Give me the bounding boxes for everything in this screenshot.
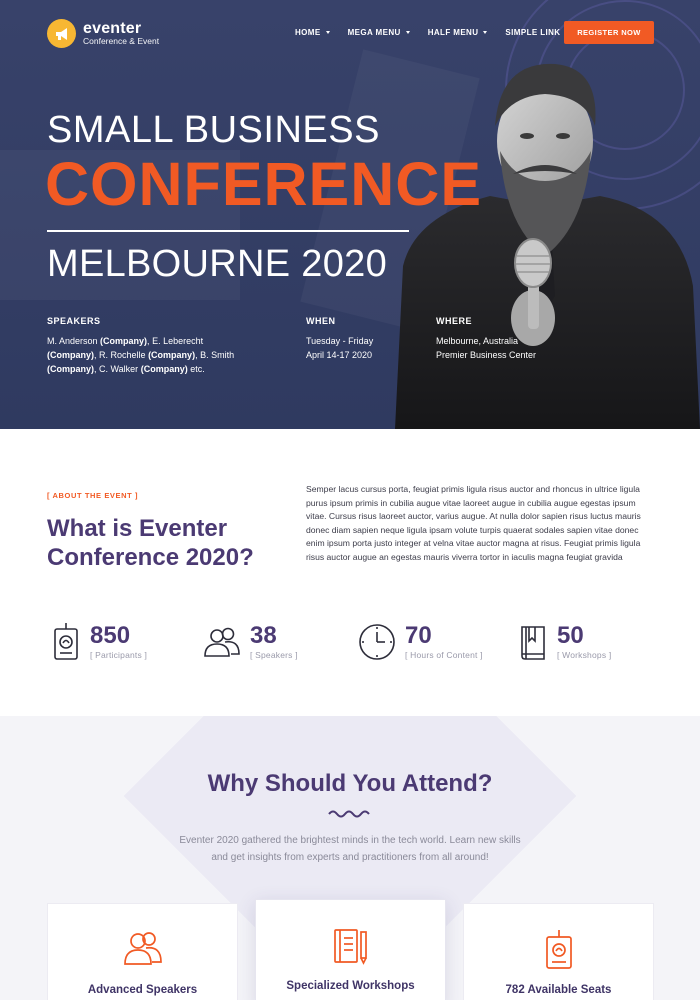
feature-card-seats[interactable]: 782 Available Seats (463, 903, 654, 1000)
hero-title-line2: CONFERENCE (45, 150, 483, 218)
nav-item-label: SIMPLE LINK (505, 28, 561, 37)
chevron-down-icon (405, 31, 410, 34)
megaphone-icon (47, 19, 76, 48)
when-details: Tuesday - Friday April 14-17 2020 (306, 334, 373, 362)
feature-card-speakers[interactable]: Advanced Speakers (47, 903, 238, 1000)
speaker-company: (Company) (47, 364, 94, 374)
hero-section: eventer Conference & Event HOME MEGA MEN… (0, 0, 700, 429)
stat-participants: 850 [ Participants ] (50, 622, 147, 662)
stat-label: [ Workshops ] (557, 650, 612, 660)
nav-item-mega-menu[interactable]: MEGA MENU (348, 28, 410, 37)
where-line1: Melbourne, Australia (436, 336, 519, 346)
stat-label: [ Hours of Content ] (405, 650, 483, 660)
speaker-name: M. Anderson (47, 336, 98, 346)
people-icon (48, 930, 237, 966)
feature-card-title: 782 Available Seats (505, 984, 612, 996)
logo-tagline: Conference & Event (83, 35, 160, 46)
speaker-photo (395, 63, 700, 429)
chevron-down-icon (483, 31, 488, 34)
speaker-company: (Company) (148, 350, 196, 360)
where-line2: Premier Business Center (436, 350, 537, 360)
stat-workshops: 50 [ Workshops ] (517, 622, 611, 662)
site-logo[interactable]: eventer Conference & Event (47, 19, 159, 48)
where-heading: WHERE (436, 316, 472, 326)
badge-icon (464, 930, 653, 970)
why-subtitle-line: and get insights from experts and practi… (211, 852, 489, 863)
stat-value: 50 (557, 622, 584, 649)
badge-icon (50, 622, 82, 662)
hero-divider (47, 230, 409, 232)
stat-label: [ Speakers ] (250, 650, 298, 660)
when-line2: April 14-17 2020 (306, 350, 373, 360)
stat-hours: 70 [ Hours of Content ] (357, 622, 483, 662)
speaker-company: (Company) (100, 336, 148, 346)
stat-label: [ Participants ] (90, 650, 148, 660)
when-heading: WHEN (306, 316, 336, 326)
notebook-pencil-icon (256, 926, 445, 966)
speaker-name: B. Smith (200, 350, 235, 360)
speaker-name: R. Rochelle (99, 350, 146, 360)
stat-value: 70 (405, 622, 432, 649)
chevron-down-icon (325, 31, 330, 34)
speaker-name: C. Walker (99, 364, 139, 374)
nav-item-label: HOME (295, 28, 321, 37)
speaker-name: E. Leberecht (152, 336, 204, 346)
nav-item-simple-link[interactable]: SIMPLE LINK (505, 28, 560, 37)
speaker-company: (Company) (47, 350, 94, 360)
about-body: Semper lacus cursus porta, feugiat primi… (306, 484, 641, 562)
why-subtitle: Eventer 2020 gathered the brightest mind… (150, 832, 550, 866)
speakers-heading: SPEAKERS (47, 316, 101, 326)
feature-card-workshops[interactable]: Specialized Workshops (255, 899, 446, 1000)
nav-item-home[interactable]: HOME (295, 28, 330, 37)
where-details: Melbourne, Australia Premier Business Ce… (436, 334, 536, 362)
nav-item-half-menu[interactable]: HALF MENU (428, 28, 488, 37)
stat-value: 38 (250, 622, 277, 649)
people-icon (202, 622, 242, 662)
stat-value: 850 (90, 622, 131, 649)
about-eyebrow: [ ABOUT THE EVENT ] (47, 491, 139, 500)
hero-title-line1: SMALL BUSINESS (47, 109, 380, 151)
register-now-button[interactable]: REGISTER NOW (564, 21, 654, 44)
nav-item-label: MEGA MENU (347, 28, 401, 37)
why-title: Why Should You Attend? (207, 770, 493, 797)
why-subtitle-line: Eventer 2020 gathered the brightest mind… (179, 835, 521, 846)
main-menu: HOME MEGA MENU HALF MENU SIMPLE LINK (295, 28, 579, 37)
clock-icon (357, 622, 397, 662)
book-icon (517, 622, 549, 662)
speaker-company: (Company) (140, 364, 188, 374)
wave-divider-icon (328, 810, 370, 818)
hero-title-line3: MELBOURNE 2020 (47, 243, 388, 285)
when-line1: Tuesday - Friday (306, 336, 374, 346)
logo-name: eventer (83, 19, 142, 37)
speakers-suffix: etc. (190, 364, 205, 374)
feature-card-title: Specialized Workshops (286, 980, 415, 992)
top-navbar: eventer Conference & Event HOME MEGA MEN… (0, 0, 700, 66)
speakers-list: M. Anderson (Company), E. Leberecht (Com… (47, 336, 235, 374)
about-title: What is Eventer Conference 2020? (47, 515, 254, 571)
stat-speakers: 38 [ Speakers ] (202, 622, 298, 662)
feature-card-title: Advanced Speakers (87, 984, 198, 996)
nav-item-label: HALF MENU (427, 28, 479, 37)
